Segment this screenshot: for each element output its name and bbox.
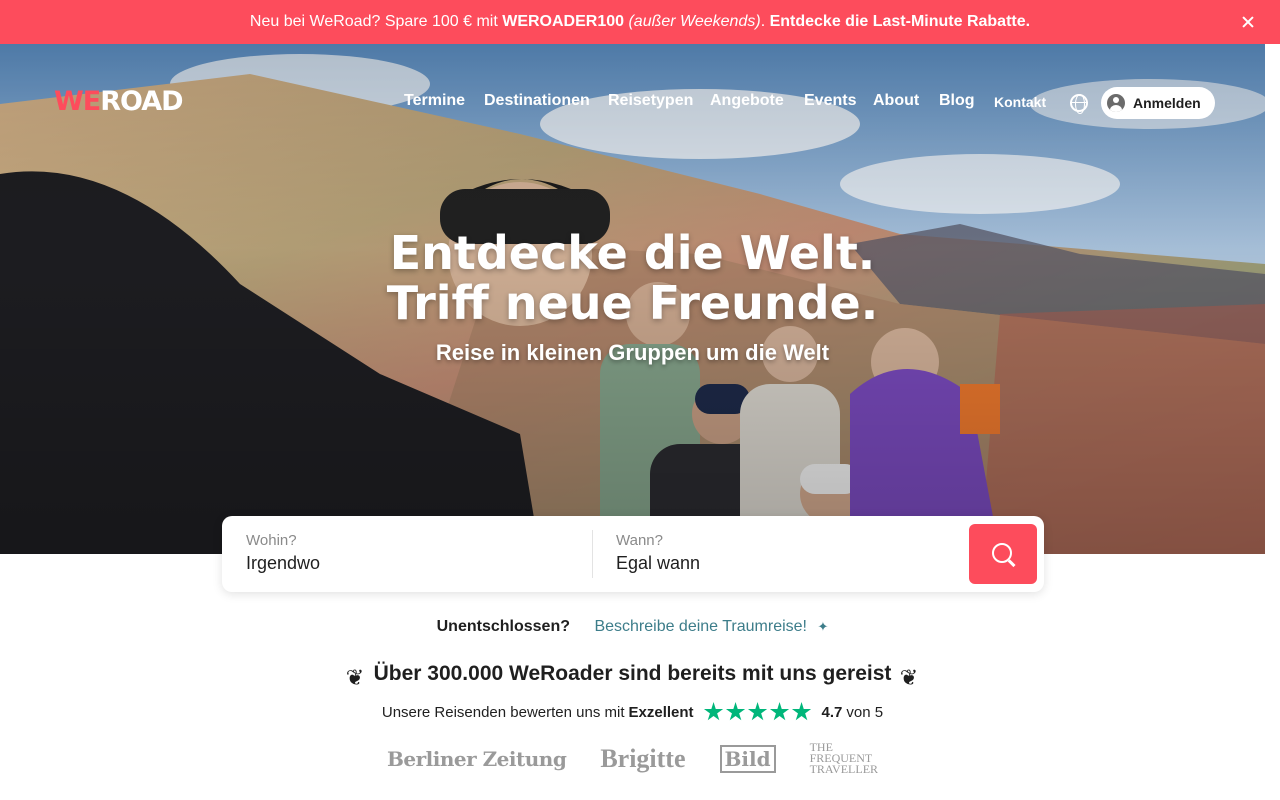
press-logo-frequent-traveller: THE FREQUENT TRAVELLER bbox=[809, 741, 879, 776]
weroad-logo[interactable]: WEROAD bbox=[54, 86, 184, 117]
search-button[interactable] bbox=[969, 524, 1037, 584]
sparkle-icon: ✦ bbox=[817, 619, 829, 634]
star-icon bbox=[769, 702, 790, 721]
rating-suffix: von 5 bbox=[846, 703, 884, 721]
logo-we: WE bbox=[54, 86, 101, 117]
press-logo-bild: Bild bbox=[719, 744, 776, 773]
when-label: Wann? bbox=[616, 532, 663, 549]
where-label: Wohin? bbox=[246, 532, 297, 549]
nav-item-about[interactable]: About bbox=[873, 92, 919, 110]
press-logo-berliner-zeitung: Berliner Zeitung bbox=[386, 746, 567, 771]
promo-text-part3: . bbox=[760, 13, 770, 30]
where-field[interactable]: Wohin? Irgendwo bbox=[222, 516, 592, 592]
promo-code: WEROADER100 bbox=[502, 13, 625, 30]
hero-headline-line1: Entdecke die Welt. bbox=[389, 226, 876, 280]
where-value[interactable]: Irgendwo bbox=[246, 553, 320, 574]
search-bar: Wohin? Irgendwo Wann? Egal wann bbox=[222, 516, 1044, 592]
star-icon bbox=[791, 702, 812, 721]
close-icon[interactable] bbox=[1238, 12, 1258, 32]
trustpilot-stars bbox=[703, 702, 812, 722]
trust-headline: Über 300.000 WeRoader sind bereits mit u… bbox=[373, 662, 892, 685]
undecided-question: Unentschlossen? bbox=[436, 618, 570, 635]
star-icon bbox=[747, 702, 768, 721]
promo-text: Neu bei WeRoad? Spare 100 € mit WEROADER… bbox=[250, 13, 1030, 31]
when-value[interactable]: Egal wann bbox=[616, 553, 700, 574]
press-logo-ft-line3: TRAVELLER bbox=[809, 762, 879, 776]
nav-item-kontakt[interactable]: Kontakt bbox=[994, 94, 1046, 110]
user-icon bbox=[1107, 94, 1125, 112]
hero-headline-line2: Triff neue Freunde. bbox=[386, 276, 879, 330]
rating-word: Exzellent bbox=[628, 703, 694, 721]
rating-prefix: Unsere Reisenden bewerten uns mit bbox=[381, 703, 625, 721]
promo-exclusion: (außer Weekends) bbox=[624, 13, 761, 30]
nav-item-reisetypen[interactable]: Reisetypen bbox=[608, 92, 693, 110]
logo-road: ROAD bbox=[100, 86, 183, 117]
nav-item-destinationen[interactable]: Destinationen bbox=[484, 92, 590, 110]
promo-text-part1: Neu bei WeRoad? Spare 100 € mit bbox=[249, 13, 503, 30]
login-button[interactable]: Anmelden bbox=[1101, 87, 1215, 119]
hero-subline: Reise in kleinen Gruppen um die Welt bbox=[435, 340, 830, 365]
rating-score: 4.7 bbox=[821, 703, 843, 721]
dream-trip-link[interactable]: Beschreibe deine Traumreise! bbox=[594, 618, 807, 635]
hero-headline: Entdecke die Welt. Triff neue Freunde. bbox=[0, 228, 1265, 328]
login-label: Anmelden bbox=[1133, 95, 1201, 111]
promo-cta-link[interactable]: Entdecke die Last-Minute Rabatte. bbox=[770, 13, 1031, 30]
nav-item-events[interactable]: Events bbox=[804, 92, 856, 110]
star-icon bbox=[703, 702, 724, 721]
nav-item-blog[interactable]: Blog bbox=[939, 92, 975, 110]
laurel-right-icon: ❦ bbox=[899, 665, 919, 690]
undecided-row: Unentschlossen? Beschreibe deine Traumre… bbox=[0, 618, 1265, 636]
nav-item-termine[interactable]: Termine bbox=[404, 92, 465, 110]
rating-row: Unsere Reisenden bewerten uns mit Exzell… bbox=[0, 702, 1265, 722]
when-field[interactable]: Wann? Egal wann bbox=[592, 516, 967, 592]
star-icon bbox=[725, 702, 746, 721]
nav-item-angebote[interactable]: Angebote bbox=[710, 92, 784, 110]
globe-icon[interactable] bbox=[1070, 94, 1088, 114]
press-logos: Berliner Zeitung Brigitte Bild THE FREQU… bbox=[0, 741, 1265, 776]
press-logo-brigitte: Brigitte bbox=[600, 743, 686, 773]
promo-banner[interactable]: Neu bei WeRoad? Spare 100 € mit WEROADER… bbox=[0, 0, 1280, 44]
